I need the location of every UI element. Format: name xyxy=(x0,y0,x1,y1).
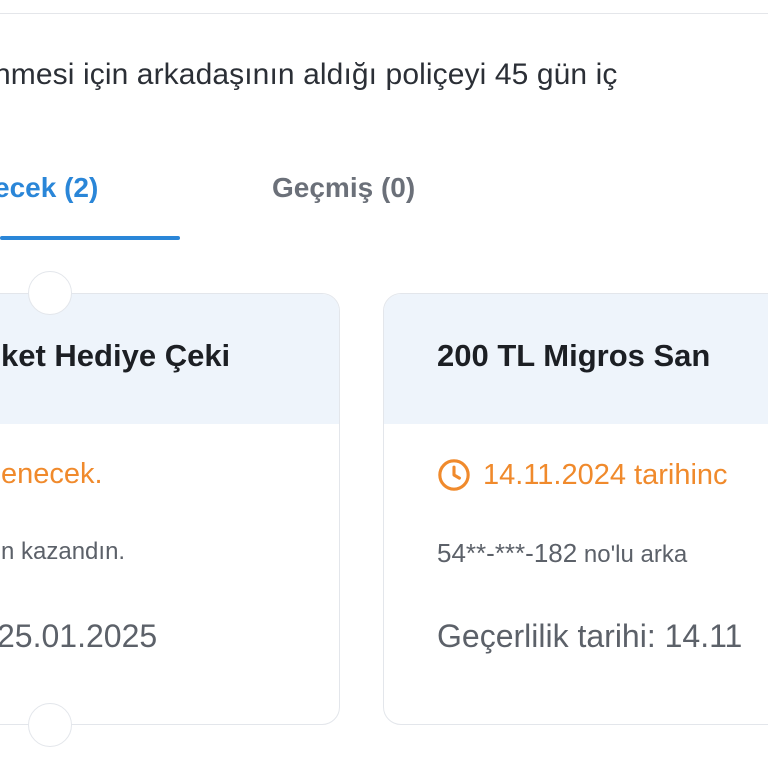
reward-card-title: ket Hediye Çeki xyxy=(1,338,231,373)
top-divider xyxy=(0,0,768,14)
ticket-notch-bottom xyxy=(28,703,72,747)
reward-card-description: 54**-***-182 no'lu arka xyxy=(437,538,687,569)
reward-card-status: 14.11.2024 tarihinc xyxy=(437,458,728,492)
reward-card[interactable]: ket Hediye Çeki enecek. n kazandın. 25.0… xyxy=(0,293,340,725)
reward-card-status-text: 14.11.2024 tarihinc xyxy=(483,458,728,491)
reward-card-validity: 25.01.2025 xyxy=(0,618,158,654)
reward-card-status-text: enecek. xyxy=(1,458,103,490)
policy-number: 54**-***-182 xyxy=(437,538,578,568)
reward-card[interactable]: 200 TL Migros San 14.11.2024 tarihinc 54… xyxy=(383,293,768,725)
ticket-notch-top xyxy=(28,271,72,315)
reward-card-status: enecek. xyxy=(1,458,103,491)
campaign-description-text: nmesi için arkadaşının aldığı poliçeyi 4… xyxy=(0,58,618,91)
clock-icon xyxy=(438,459,470,491)
reward-card-description: n kazandın. xyxy=(1,538,126,565)
reward-card-description-text: no'lu arka xyxy=(577,541,688,568)
active-tab-indicator xyxy=(0,236,180,240)
campaign-description: nmesi için arkadaşının aldığı poliçeyi 4… xyxy=(0,58,768,98)
tab-bar: ecek (2) Geçmiş (0) xyxy=(0,160,768,242)
tab-history[interactable]: Geçmiş (0) xyxy=(272,172,415,204)
tab-upcoming[interactable]: ecek (2) xyxy=(0,172,98,204)
reward-card-validity: Geçerlilik tarihi: 14.11 xyxy=(437,618,743,654)
reward-card-title: 200 TL Migros San xyxy=(437,338,711,373)
